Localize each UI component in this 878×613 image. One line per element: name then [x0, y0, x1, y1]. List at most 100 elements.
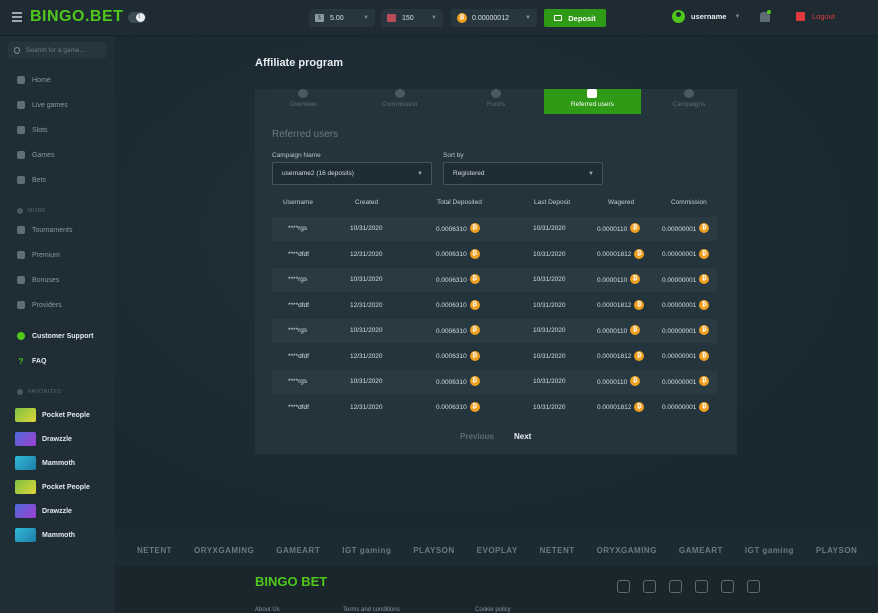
campaign-label: Campaign Name [272, 152, 321, 159]
logout-icon [796, 12, 805, 21]
favorite-game[interactable]: Drawzzle [15, 432, 72, 446]
facebook-icon[interactable] [695, 580, 708, 593]
table-cell: ****dfdf [288, 352, 309, 360]
twitter-icon[interactable] [721, 580, 734, 593]
table-cell: 0.00000001 ₿ [662, 401, 710, 412]
table-cell: ****rgs [288, 378, 308, 385]
column-header: Username [283, 199, 313, 206]
balance-selector[interactable]: ₿ 0.00000012 ▼ [451, 9, 537, 27]
referred-users-panel: Referred users Campaign Name username2 (… [255, 114, 737, 454]
deposit-button[interactable]: Deposit [544, 9, 606, 27]
search-input[interactable] [26, 47, 106, 54]
top-bar: BINGO.BET ☾ $ 5.00 ▼ 150 ▼ ₿ 0.00000012 … [0, 0, 878, 36]
tab-funds[interactable]: Funds [448, 89, 544, 114]
favorite-game[interactable]: Mammoth [15, 456, 75, 470]
logo[interactable]: BINGO.BET [30, 8, 123, 26]
sidebar-item-bets[interactable]: Bets [17, 176, 46, 184]
bitcoin-icon: ₿ [469, 325, 480, 335]
youtube-icon[interactable] [643, 580, 656, 593]
table-cell: ****dfdf [288, 250, 309, 258]
bitcoin-icon: ₿ [630, 325, 641, 335]
provider-logo[interactable]: PLAYSON [816, 546, 857, 555]
gift-icon [17, 276, 25, 284]
table-header: Username Created Total Deposited Last De… [272, 196, 717, 210]
sort-label: Sort by [443, 152, 464, 159]
provider-logo[interactable]: GAMEART [276, 546, 320, 555]
table-cell: 0.0006310 ₿ [436, 325, 480, 335]
table-cell: ****dfdf [288, 403, 309, 411]
provider-logo[interactable]: IGT gaming [342, 546, 391, 555]
column-header: Last Deposit [534, 199, 571, 206]
table-cell: 0.0000110 ₿ [597, 274, 641, 284]
provider-logo[interactable]: ORYXGAMING [194, 546, 254, 555]
provider-logo[interactable]: EVOPLAY [477, 546, 518, 555]
sidebar-item-live-games[interactable]: Live games [17, 101, 68, 109]
table-cell: 0.00000001 ₿ [662, 248, 710, 259]
table-cell: 0.0000110 ₿ [597, 223, 641, 233]
provider-logo[interactable]: IGT gaming [745, 546, 794, 555]
provider-logo[interactable]: PLAYSON [413, 546, 454, 555]
sidebar-item-customer-support[interactable]: Customer Support [17, 332, 93, 340]
sidebar-item-premium[interactable]: Premium [17, 251, 60, 259]
theme-toggle[interactable]: ☾ [128, 12, 146, 23]
sidebar-item-home[interactable]: Home [17, 76, 51, 84]
menu-icon[interactable] [12, 12, 22, 22]
table-cell: ****rgs [288, 327, 308, 334]
footer-link-about[interactable]: About Us [255, 607, 280, 613]
favorite-game[interactable]: Mammoth [15, 528, 75, 542]
commission-icon [394, 89, 405, 98]
table-cell: 10/31/2020 [350, 327, 383, 334]
sidebar-item-games[interactable]: Games [17, 151, 55, 159]
sidebar-item-slots[interactable]: Slots [17, 126, 48, 134]
currency-selector[interactable]: 150 ▼ [381, 9, 443, 27]
sidebar-item-bonuses[interactable]: Bonuses [17, 276, 59, 284]
favorite-game[interactable]: Pocket People [15, 408, 90, 422]
bitcoin-icon: ₿ [634, 299, 645, 310]
table-cell: 0.00001812 ₿ [597, 299, 645, 310]
provider-logo[interactable]: NETENT [540, 546, 575, 555]
user-menu[interactable]: username ▼ [672, 10, 740, 23]
favorite-game[interactable]: Drawzzle [15, 504, 72, 518]
favorite-game[interactable]: Pocket People [15, 480, 90, 494]
table-row: ****dfdf 12/31/2020 0.0006310 ₿ 10/31/2020 0.… [272, 345, 717, 369]
tab-referred-users[interactable]: Referred users [544, 89, 641, 114]
bitcoin-icon: ₿ [630, 223, 641, 233]
provider-logo[interactable]: NETENT [137, 546, 172, 555]
tab-commission[interactable]: Commission [351, 89, 447, 114]
table-cell: 0.0006310 ₿ [436, 401, 480, 412]
table-cell: 0.0006310 ₿ [436, 299, 480, 310]
chevron-down-icon: ▼ [734, 13, 741, 20]
section-favorites: FAVORITES [17, 389, 61, 395]
table-cell: 12/31/2020 [350, 301, 383, 309]
search-box[interactable] [8, 42, 106, 59]
footer: BINGO BET About Us Terms and conditions … [115, 566, 878, 613]
sort-select[interactable]: Registered ▼ [443, 162, 603, 185]
chevron-down-icon: ▼ [588, 171, 594, 177]
table-cell: 10/31/2020 [533, 301, 566, 309]
campaign-select[interactable]: username2 (16 deposits) ▼ [272, 162, 432, 185]
sidebar-item-providers[interactable]: Providers [17, 301, 62, 309]
reddit-icon[interactable] [669, 580, 682, 593]
sidebar-item-tournaments[interactable]: Tournaments [17, 226, 72, 234]
provider-logo[interactable]: GAMEART [679, 546, 723, 555]
page-title: Affiliate program [255, 57, 344, 69]
bitcoin-icon: ₿ [634, 248, 645, 259]
table-row: ****rgs 10/31/2020 0.0006310 ₿ 10/31/2020 0.0… [272, 319, 717, 343]
footer-link-terms[interactable]: Terms and conditions [343, 607, 400, 613]
logout-button[interactable]: Logout [796, 12, 835, 21]
slots-icon [17, 126, 25, 134]
tab-overview[interactable]: Overview [255, 89, 351, 114]
telegram-icon[interactable] [747, 580, 760, 593]
tab-bar: Overview Commission Funds Referred users… [255, 89, 737, 114]
sidebar-item-faq[interactable]: ? FAQ [17, 357, 47, 366]
previous-button[interactable]: Previous [460, 432, 494, 441]
tab-campaigns[interactable]: Campaigns [641, 89, 737, 114]
instagram-icon[interactable] [617, 580, 630, 593]
provider-logo[interactable]: ORYXGAMING [597, 546, 657, 555]
bet-selector[interactable]: $ 5.00 ▼ [309, 9, 375, 27]
table-cell: 10/31/2020 [350, 378, 383, 385]
footer-link-cookie[interactable]: Cookie policy [475, 607, 511, 613]
table-cell: 0.0006310 ₿ [436, 350, 480, 361]
table-cell: 0.00000001 ₿ [662, 223, 710, 233]
next-button[interactable]: Next [514, 432, 531, 441]
